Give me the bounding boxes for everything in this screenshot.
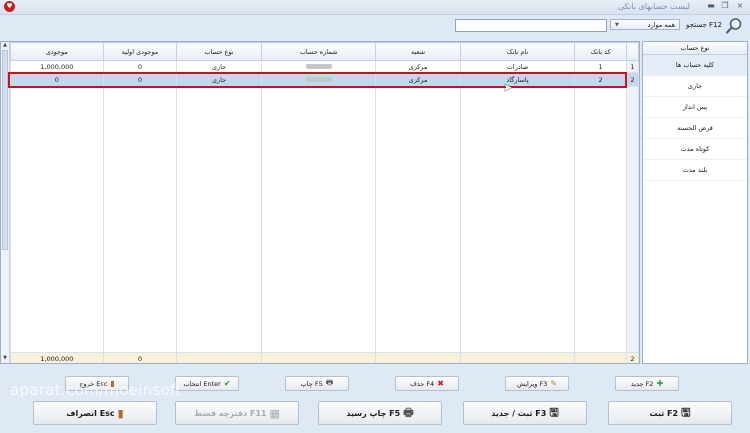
cell-branch[interactable]: مرکزی bbox=[375, 60, 461, 73]
select-label: انتخاب Enter bbox=[183, 379, 221, 388]
cell-initial-balance[interactable]: 0 bbox=[102, 60, 178, 73]
column-header-account-type[interactable]: نوع حساب bbox=[176, 42, 262, 61]
delete-label: حذف F4 bbox=[410, 379, 435, 388]
account-type-header: نوع حساب bbox=[643, 42, 747, 55]
total-row-count: 2 bbox=[625, 352, 639, 363]
column-header-bank-name[interactable]: نام بانک bbox=[459, 42, 576, 61]
window-title: لیست حسابهای بانکی bbox=[617, 2, 690, 11]
mouse-cursor-icon: ➤ bbox=[503, 81, 513, 94]
search-scope-value: همه موارد bbox=[647, 21, 675, 29]
table-header-row: موجودی موجودی اولیه نوع حساب شماره حساب … bbox=[10, 42, 639, 61]
account-type-current[interactable]: جاری bbox=[643, 76, 747, 97]
account-type-all[interactable]: کلیه حساب ها bbox=[643, 55, 747, 76]
account-type-gharz[interactable]: قرض الحسنه bbox=[643, 118, 747, 139]
edit-button[interactable]: ویرایش F3 ✎ bbox=[505, 376, 569, 391]
account-type-long-term[interactable]: بلند مدت bbox=[643, 160, 747, 181]
selected-row-highlight bbox=[8, 72, 627, 88]
watermark: aparat.com/moeinsoft bbox=[10, 381, 182, 399]
edit-label: ویرایش F3 bbox=[516, 379, 548, 388]
column-header-bank-code[interactable]: کد بانک bbox=[574, 42, 627, 61]
search-input[interactable] bbox=[455, 19, 607, 32]
cell-bank-name[interactable]: صادرات bbox=[459, 60, 576, 73]
restore-button[interactable]: ❐ bbox=[718, 0, 732, 12]
cancel-label: انصراف Esc bbox=[66, 408, 115, 418]
cancel-button[interactable]: انصراف Esc ▮ bbox=[33, 401, 157, 425]
search-icon[interactable] bbox=[725, 17, 743, 35]
print-button[interactable]: چاپ F5 🖶 bbox=[285, 376, 349, 391]
pencil-icon: ✎ bbox=[550, 379, 558, 388]
save-new-button[interactable]: ثبت / جدید F3 🖫 bbox=[463, 401, 587, 425]
column-header-balance[interactable]: موجودی bbox=[10, 42, 104, 61]
accounts-grid[interactable]: ▲ ▼ موجودی موجودی اولیه نوع حساب شماره ح… bbox=[0, 41, 640, 364]
calculator-icon: ▦ bbox=[269, 406, 280, 420]
cell-bank-code[interactable]: 1 bbox=[574, 60, 627, 73]
close-button[interactable]: × bbox=[733, 0, 747, 12]
table-row[interactable]: 1,000,000 0 جاری مرکزی صادرات 1 1 bbox=[10, 60, 639, 73]
search-label: جستجو F12 bbox=[686, 21, 722, 29]
delete-x-icon: ✖ bbox=[437, 379, 444, 388]
new-button[interactable]: جدید F2 ✚ bbox=[615, 376, 679, 391]
minimize-button[interactable]: ▬ bbox=[704, 0, 718, 12]
scroll-up-icon[interactable]: ▲ bbox=[1, 42, 9, 49]
account-type-savings[interactable]: پس انداز bbox=[643, 97, 747, 118]
empty-grid-area bbox=[10, 86, 639, 353]
installment-book-button[interactable]: دفترچه قسط F11 ▦ bbox=[175, 401, 299, 425]
floppy-disk-icon: 🖫 bbox=[681, 405, 691, 419]
checkmark-icon: ✔ bbox=[223, 379, 231, 388]
totals-row: 1,000,000 0 2 bbox=[10, 352, 639, 363]
column-header-account-number[interactable]: شماره حساب bbox=[260, 42, 377, 61]
accounts-table: موجودی موجودی اولیه نوع حساب شماره حساب … bbox=[10, 42, 639, 363]
total-balance: 1,000,000 bbox=[10, 352, 104, 363]
plus-icon: ✚ bbox=[656, 379, 664, 388]
door-icon: ▮ bbox=[117, 406, 124, 420]
scroll-down-icon[interactable]: ▼ bbox=[1, 355, 9, 362]
account-type-short-term[interactable]: کوتاه مدت bbox=[643, 139, 747, 160]
cell-balance[interactable]: 1,000,000 bbox=[10, 60, 104, 73]
row-number[interactable]: 2 bbox=[625, 72, 639, 87]
app-icon[interactable]: ♥ bbox=[4, 1, 15, 12]
cell-account-number[interactable] bbox=[260, 60, 377, 73]
search-scope-select[interactable]: ▼ همه موارد bbox=[610, 19, 680, 30]
save-button[interactable]: ثبت F2 🖫 bbox=[608, 401, 732, 425]
save-new-label: ثبت / جدید F3 bbox=[491, 408, 547, 418]
column-header-initial-balance[interactable]: موجودی اولیه bbox=[102, 42, 178, 61]
print-receipt-button[interactable]: چاپ رسید F5 🖶 bbox=[318, 401, 442, 425]
printer-icon: 🖶 bbox=[403, 405, 414, 419]
printer-icon: 🖶 bbox=[325, 377, 334, 387]
account-type-panel: نوع حساب کلیه حساب ها جاری پس انداز قرض … bbox=[642, 41, 748, 364]
print-label: چاپ F5 bbox=[300, 379, 323, 388]
print-receipt-label: چاپ رسید F5 bbox=[346, 408, 401, 418]
column-header-branch[interactable]: شعبه bbox=[375, 42, 461, 61]
cell-account-type[interactable]: جاری bbox=[176, 60, 262, 73]
search-bar: ▼ همه موارد جستجو F12 bbox=[0, 14, 750, 40]
installment-book-label: دفترچه قسط F11 bbox=[194, 408, 267, 418]
total-initial-balance: 0 bbox=[102, 352, 178, 363]
redacted-account-number bbox=[305, 64, 332, 69]
new-label: جدید F2 bbox=[630, 379, 654, 388]
row-number[interactable]: 1 bbox=[625, 60, 639, 73]
select-button[interactable]: انتخاب Enter ✔ bbox=[175, 376, 239, 391]
title-bar: ♥ لیست حسابهای بانکی ▬ ❐ × bbox=[0, 0, 750, 15]
row-number-header bbox=[625, 42, 639, 61]
vertical-scrollbar[interactable]: ▲ ▼ bbox=[1, 42, 10, 363]
floppy-disk-icon: 🖫 bbox=[549, 405, 559, 419]
save-label: ثبت F2 bbox=[649, 408, 679, 418]
chevron-down-icon: ▼ bbox=[615, 22, 619, 28]
delete-button[interactable]: حذف F4 ✖ bbox=[395, 376, 459, 391]
